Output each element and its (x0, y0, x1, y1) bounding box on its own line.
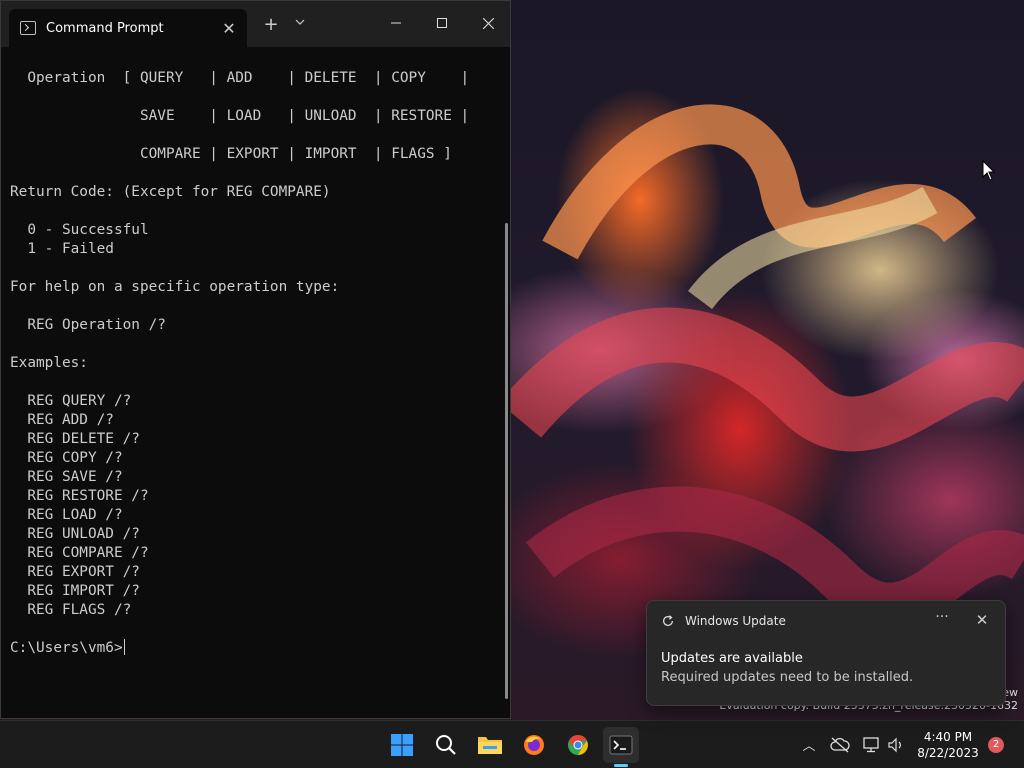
notification-header: Windows Update (661, 614, 786, 628)
cmd-icon (20, 21, 36, 35)
ribbon-shape (525, 486, 1024, 628)
tab-close-button[interactable]: ✕ (217, 19, 241, 38)
command-prompt: C:\Users\vm6> (10, 640, 123, 656)
notification-badge[interactable]: 2 (988, 737, 1004, 753)
close-window-button[interactable] (465, 9, 511, 37)
start-button[interactable] (386, 729, 418, 761)
notification-title: Updates are available (661, 651, 803, 666)
cloud-offline-icon (830, 737, 850, 753)
notification-app-name: Windows Update (685, 614, 786, 628)
mouse-cursor-icon (982, 160, 996, 181)
file-explorer-button[interactable] (474, 729, 506, 761)
maximize-icon (437, 18, 447, 28)
close-icon (482, 17, 494, 29)
notification-body: Required updates need to be installed. (661, 670, 914, 685)
speaker-icon (888, 737, 901, 753)
onedrive-button[interactable] (830, 735, 850, 755)
console-output[interactable]: Operation [ QUERY | ADD | DELETE | COPY … (10, 69, 469, 658)
volume-button[interactable] (886, 735, 906, 755)
minimize-button[interactable] (373, 9, 419, 37)
network-icon (863, 737, 879, 753)
new-tab-button[interactable]: + (259, 14, 283, 35)
clock-date: 8/22/2023 (917, 746, 979, 760)
folder-icon (478, 737, 502, 754)
text-cursor (123, 639, 125, 655)
clock[interactable]: 4:40 PM 8/22/2023 (912, 729, 984, 761)
tab-command-prompt[interactable]: Command Prompt ✕ (9, 9, 247, 47)
windows-update-icon (663, 615, 673, 626)
search-icon (436, 735, 456, 755)
minimize-icon (391, 22, 401, 24)
ribbon-shape (542, 104, 976, 260)
chrome-icon (568, 735, 588, 755)
terminal-icon (609, 735, 633, 755)
clock-time: 4:40 PM (923, 730, 973, 744)
firefox-button[interactable] (518, 729, 550, 761)
title-bar[interactable]: Command Prompt ✕ + (1, 1, 510, 47)
terminal-window[interactable]: Command Prompt ✕ + Operation [ QUERY | A… (0, 0, 511, 719)
notification-close-button[interactable]: ✕ (971, 611, 993, 629)
ribbon-shape (498, 307, 1024, 452)
chevron-down-icon (295, 19, 305, 25)
notification-toast[interactable]: Windows Update ··· ✕ Updates are availab… (646, 600, 1006, 706)
show-hidden-icons-button[interactable]: ︿ (800, 735, 818, 754)
search-button[interactable] (430, 729, 462, 761)
network-button[interactable] (862, 735, 882, 755)
windows-logo-icon (391, 734, 413, 756)
maximize-button[interactable] (419, 9, 465, 37)
firefox-icon (524, 735, 544, 755)
active-app-indicator (614, 764, 628, 767)
chrome-button[interactable] (562, 729, 594, 761)
scrollbar[interactable] (505, 223, 508, 699)
console-text: Operation [ QUERY | ADD | DELETE | COPY … (10, 70, 470, 618)
taskbar: ︿ 4:40 PM 8/22/2023 2 (0, 720, 1024, 768)
terminal-button[interactable] (603, 727, 639, 763)
notification-more-button[interactable]: ··· (931, 609, 953, 625)
tab-title: Command Prompt (46, 20, 164, 36)
tab-dropdown-button[interactable] (289, 15, 311, 28)
